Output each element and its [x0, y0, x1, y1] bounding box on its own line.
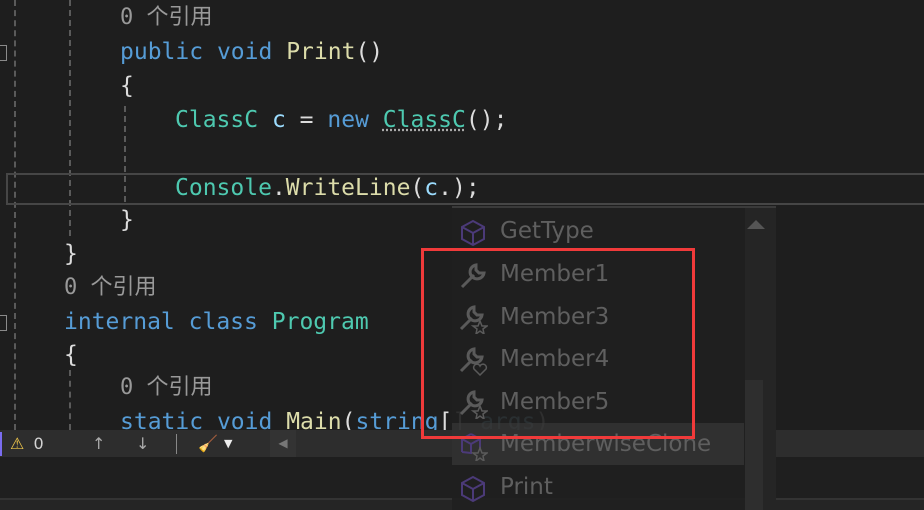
arrow-down-icon[interactable]: ↓	[136, 430, 149, 457]
method-name: WriteLine	[285, 175, 411, 201]
completion-label: Print	[500, 474, 553, 500]
variable: c	[424, 175, 439, 201]
keyword: class	[188, 309, 258, 335]
method-name: Print	[286, 39, 356, 65]
warning-count: 0	[33, 434, 44, 453]
warning-indicator[interactable]: ⚠ 0	[10, 430, 44, 457]
parens: ()	[355, 39, 384, 65]
code-line: }	[120, 207, 134, 233]
method-cube-icon	[458, 474, 488, 504]
keyword: void	[216, 39, 273, 65]
punct: ();	[465, 107, 508, 133]
type-name: Console	[175, 175, 272, 201]
type-name: ClassC	[175, 107, 259, 133]
code-line: }	[64, 241, 78, 267]
code-line: public void Print()	[120, 37, 383, 67]
reference-count[interactable]: 0 个引用	[120, 3, 213, 33]
variable: c	[271, 107, 286, 133]
separator	[176, 434, 177, 454]
completion-label: GetType	[500, 218, 594, 244]
arrow-up-icon[interactable]: ↑	[92, 430, 105, 457]
keyword: new	[327, 107, 369, 133]
keyword: public	[120, 39, 204, 65]
punct: (	[410, 175, 425, 201]
punct: .);	[438, 175, 480, 201]
indent-guide	[69, 370, 71, 430]
completion-scrollbar[interactable]	[745, 208, 776, 510]
reference-count[interactable]: 0 个引用	[64, 273, 157, 303]
dropdown-arrow-icon[interactable]: ▼	[224, 430, 232, 457]
scroll-up-icon[interactable]	[747, 220, 765, 229]
highlight-box	[421, 248, 695, 439]
fold-marker[interactable]	[0, 45, 7, 61]
reference-count[interactable]: 0 个引用	[120, 373, 213, 403]
indent-guide	[14, 0, 16, 430]
warning-triangle-icon: ⚠	[10, 434, 25, 453]
broom-icon[interactable]: 🧹	[198, 430, 218, 457]
scrollbar-thumb[interactable]	[745, 380, 763, 510]
punct: .	[271, 175, 286, 201]
code-line: {	[120, 73, 134, 99]
type-name: ClassC	[382, 107, 466, 133]
class-name: Program	[271, 309, 369, 335]
status-accent	[0, 432, 2, 456]
operator: =	[299, 107, 314, 133]
fold-marker[interactable]	[0, 315, 7, 331]
code-line: internal class Program	[64, 307, 369, 337]
code-line: ClassC c = new ClassC();	[175, 105, 507, 135]
code-line[interactable]: Console.WriteLine(c.);	[175, 173, 480, 203]
code-line: {	[64, 342, 78, 368]
completion-item[interactable]: Print	[452, 466, 744, 508]
keyword: internal	[64, 309, 175, 335]
triangle-left-icon[interactable]: ◀	[270, 430, 296, 457]
completion-item[interactable]: GetType	[452, 210, 744, 252]
method-cube-icon	[458, 218, 488, 248]
